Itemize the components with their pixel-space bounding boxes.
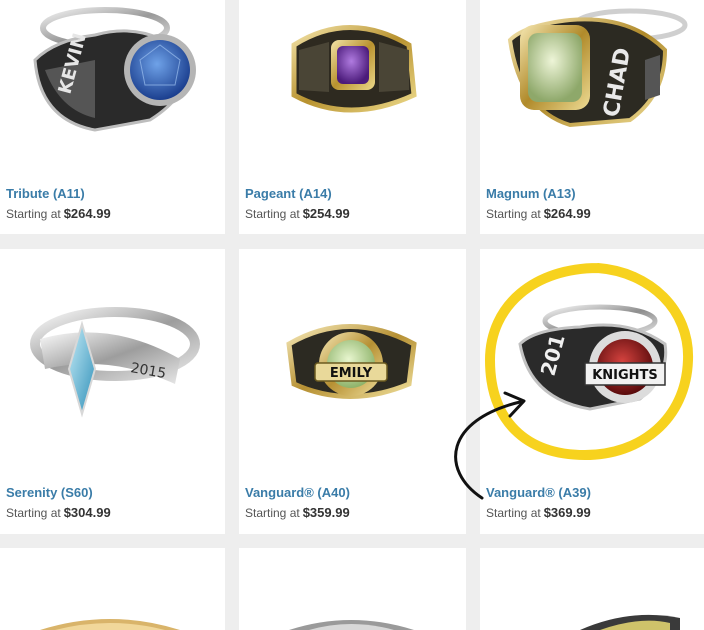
price-prefix: Starting at <box>6 506 61 520</box>
price-prefix: Starting at <box>486 506 541 520</box>
ring-image-vanguard-a40[interactable]: EMILY <box>239 249 466 469</box>
price-value: $359.99 <box>302 505 350 520</box>
price-line: Starting at $254.99 <box>245 206 350 221</box>
ring-image-vanguard-a39[interactable]: 201 KNIGHTS <box>480 249 704 469</box>
price-value: $264.99 <box>63 206 111 221</box>
product-card-row3-2[interactable] <box>239 548 466 630</box>
ring-engraving: KNIGHTS <box>592 368 658 383</box>
price-prefix: Starting at <box>245 207 300 221</box>
price-value: $369.99 <box>543 505 591 520</box>
price-prefix: Starting at <box>486 207 541 221</box>
ring-engraving: EMILY <box>330 366 373 381</box>
product-card-serenity[interactable]: 2015 Serenity (S60) Starting at $304.99 <box>0 249 225 534</box>
product-name[interactable]: Tribute (A11) <box>6 186 85 201</box>
product-card-vanguard-a39[interactable]: 201 KNIGHTS Vanguard® (A39) Starting at $… <box>480 249 704 534</box>
product-card-tribute[interactable]: KEVIN Tribute (A11) Starting at $264.99 <box>0 0 225 234</box>
product-card-row3-1[interactable] <box>0 548 225 630</box>
product-card-magnum[interactable]: CHAD Magnum (A13) Starting at $264.99 <box>480 0 704 234</box>
price-line: Starting at $264.99 <box>6 206 111 221</box>
price-line: Starting at $359.99 <box>245 505 350 520</box>
ring-image-pageant[interactable] <box>239 0 466 170</box>
product-name[interactable]: Vanguard® (A39) <box>486 485 591 500</box>
price-value: $254.99 <box>302 206 350 221</box>
ring-image-magnum[interactable]: CHAD <box>480 0 704 170</box>
price-line: Starting at $369.99 <box>486 505 591 520</box>
ring-image-partial[interactable] <box>480 548 704 630</box>
ring-image-serenity[interactable]: 2015 <box>0 249 225 469</box>
ring-image-partial[interactable] <box>0 548 225 630</box>
price-value: $264.99 <box>543 206 591 221</box>
price-prefix: Starting at <box>245 506 300 520</box>
price-prefix: Starting at <box>6 207 61 221</box>
price-value: $304.99 <box>63 505 111 520</box>
product-name[interactable]: Magnum (A13) <box>486 186 576 201</box>
product-name[interactable]: Serenity (S60) <box>6 485 93 500</box>
product-name[interactable]: Vanguard® (A40) <box>245 485 350 500</box>
product-card-pageant[interactable]: Pageant (A14) Starting at $254.99 <box>239 0 466 234</box>
price-line: Starting at $304.99 <box>6 505 111 520</box>
price-line: Starting at $264.99 <box>486 206 591 221</box>
ring-image-tribute[interactable]: KEVIN <box>0 0 225 170</box>
ring-image-partial[interactable] <box>239 548 466 630</box>
product-name[interactable]: Pageant (A14) <box>245 186 332 201</box>
product-card-vanguard-a40[interactable]: EMILY Vanguard® (A40) Starting at $359.99 <box>239 249 466 534</box>
product-card-row3-3[interactable] <box>480 548 704 630</box>
